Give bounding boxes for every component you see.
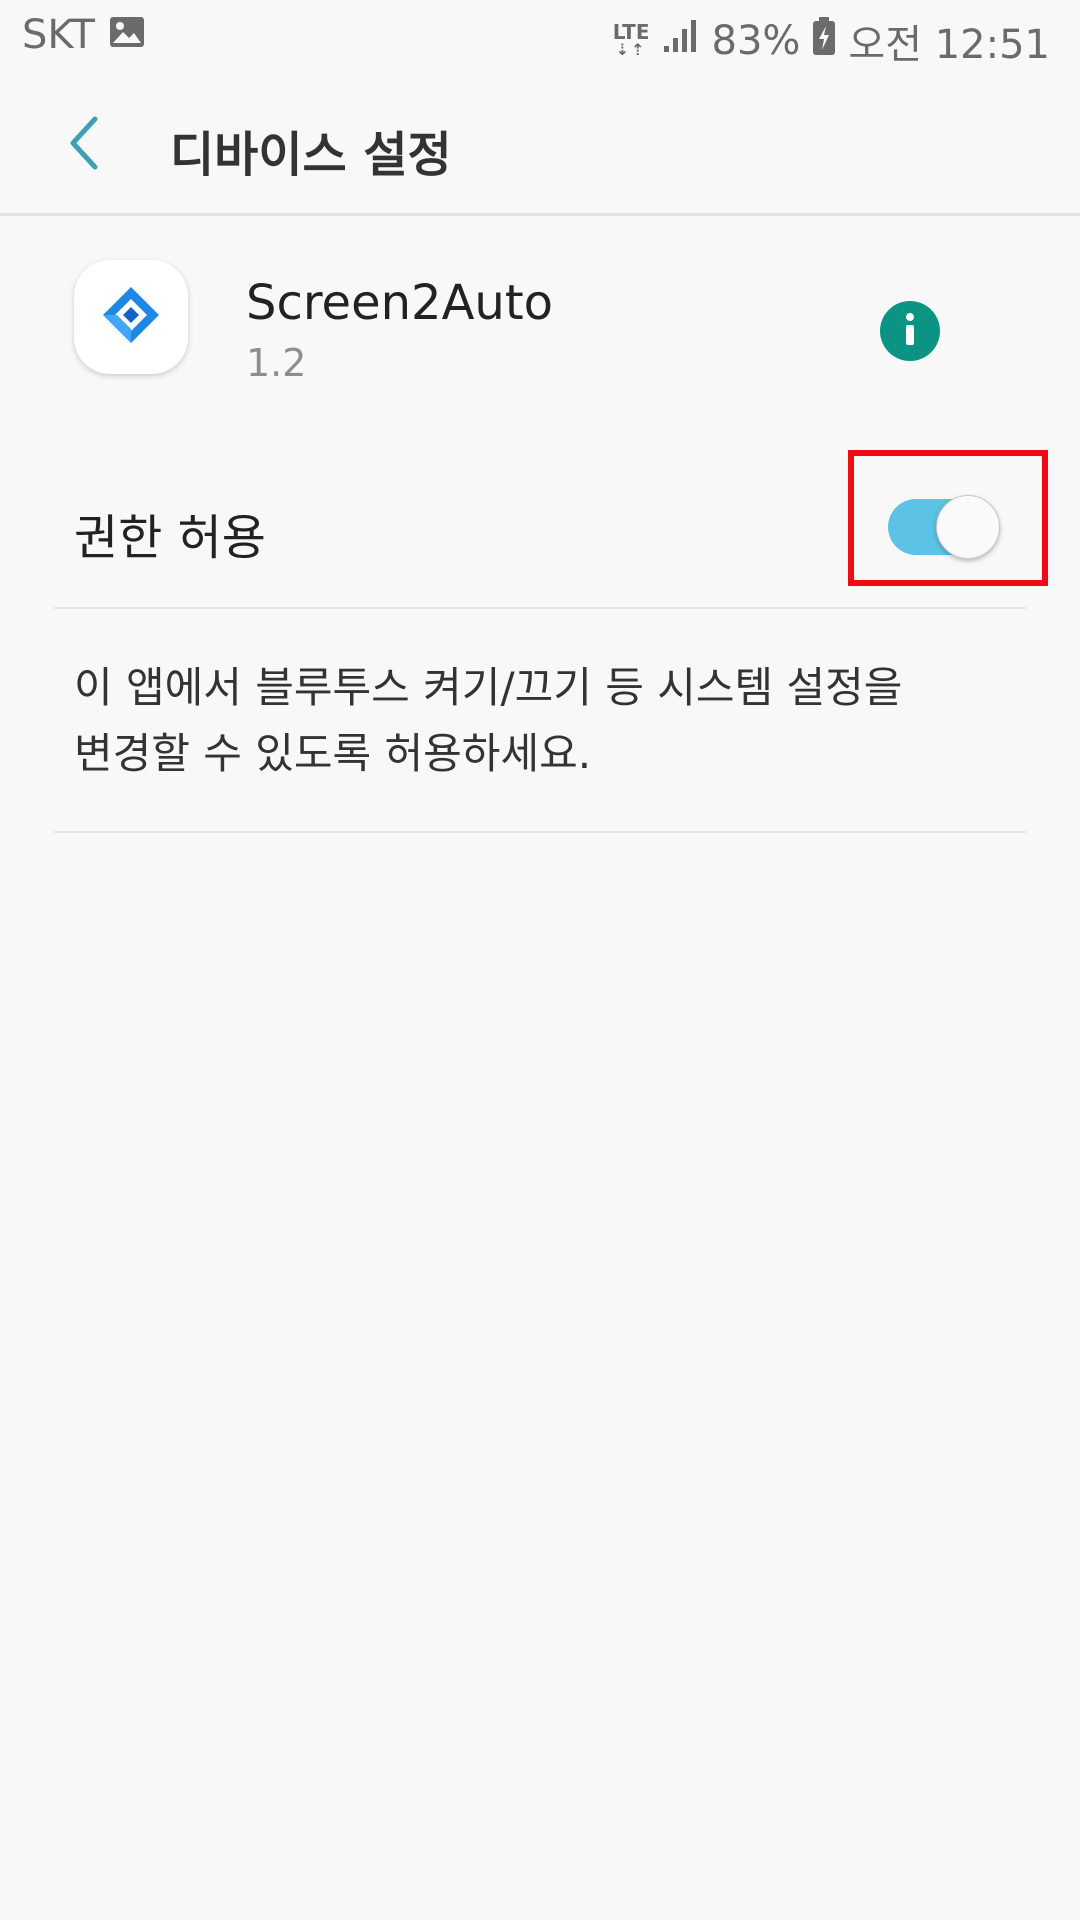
toggle-thumb (936, 495, 1000, 559)
app-info: Screen2Auto 1.2 (0, 215, 1080, 435)
image-icon (109, 12, 145, 58)
chevron-left-icon (65, 113, 105, 177)
divider (54, 831, 1026, 833)
status-bar: SKT LTE ⇣⇡ 83% 오전 12:51 (0, 0, 1080, 75)
app-info-button[interactable] (880, 301, 940, 361)
carrier-label: SKT (22, 12, 95, 58)
divider (54, 607, 1026, 609)
battery-percent: 83% (711, 18, 801, 64)
info-icon (900, 311, 920, 351)
permission-row[interactable]: 권한 허용 (0, 440, 1080, 606)
app-name: Screen2Auto (246, 275, 554, 331)
battery-charging-icon (812, 16, 836, 66)
clock: 오전 12:51 (848, 22, 1050, 68)
app-version: 1.2 (246, 341, 307, 385)
page-title: 디바이스 설정 (170, 127, 452, 183)
signal-icon (662, 18, 700, 64)
lte-icon: LTE ⇣⇡ (612, 20, 650, 59)
permission-description: 이 앱에서 블루투스 켜기/끄기 등 시스템 설정을 변경할 수 있도록 허용하… (74, 655, 1014, 787)
app-icon (74, 260, 188, 374)
app-bar: 디바이스 설정 (0, 75, 1080, 216)
status-right: LTE ⇣⇡ 83% 오전 12:51 (613, 12, 1050, 70)
status-left: SKT (22, 12, 145, 58)
back-button[interactable] (55, 110, 115, 180)
description-line-2: 변경할 수 있도록 허용하세요. (74, 729, 592, 778)
permission-label: 권한 허용 (74, 510, 266, 566)
permission-toggle[interactable] (888, 495, 1000, 559)
description-line-1: 이 앱에서 블루투스 켜기/끄기 등 시스템 설정을 (74, 663, 903, 712)
